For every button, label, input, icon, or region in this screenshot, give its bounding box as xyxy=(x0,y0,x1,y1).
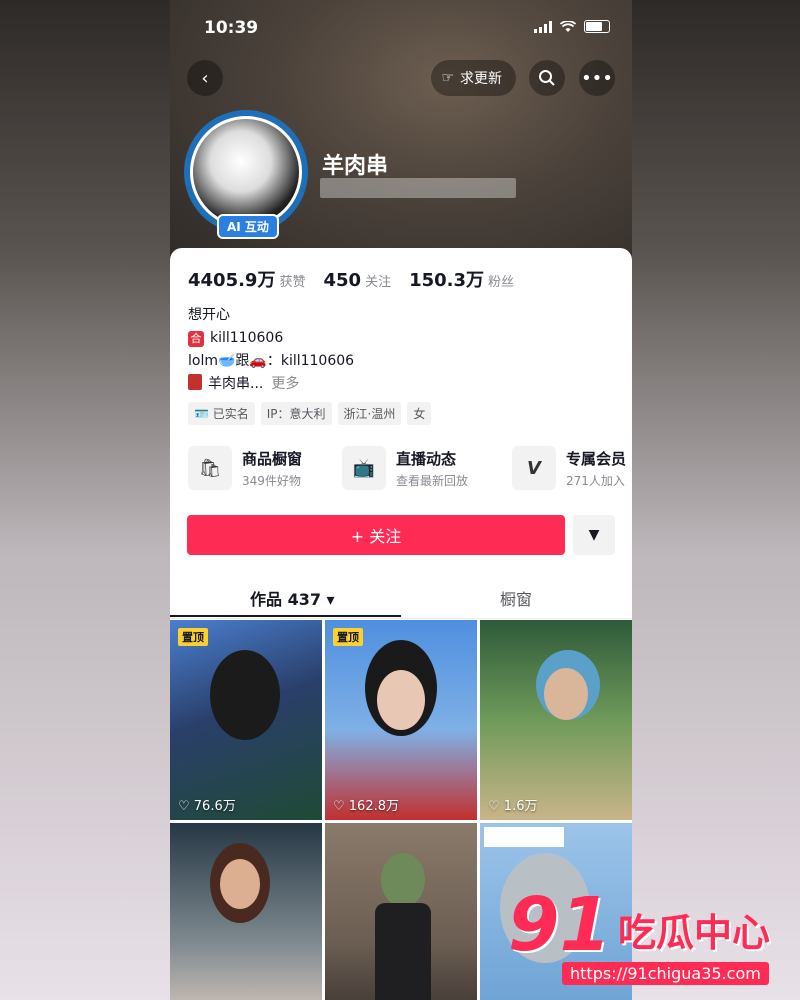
stat-following-label: 关注 xyxy=(365,275,392,290)
service-subtitle: 349件好物 xyxy=(242,473,301,488)
bio-line: 合 kill110606 xyxy=(188,327,354,350)
stat-followers-value: 150.3万 xyxy=(409,270,485,291)
shopping-bag-icon: 🛍 xyxy=(188,446,232,490)
tab-shop-window[interactable]: 橱窗 xyxy=(500,586,532,610)
video-thumbnail[interactable] xyxy=(325,823,477,1000)
video-thumbnail[interactable]: 置顶 ♡ 162.8万 xyxy=(325,620,477,820)
service-subtitle: 271人加入 xyxy=(566,473,625,488)
video-likes: ♡ 76.6万 xyxy=(178,799,236,814)
status-bar: 10:39 xyxy=(170,0,632,56)
thumbnail-face xyxy=(544,668,588,720)
v-icon: V xyxy=(512,446,556,490)
tv-icon: 📺 xyxy=(342,446,386,490)
redacted-id xyxy=(320,178,516,198)
watermark-url: https://91chigua35.com xyxy=(562,962,769,985)
tag-location: 浙江·温州 xyxy=(337,402,402,425)
service-membership[interactable]: V 专属会员 271人加入 xyxy=(512,446,626,490)
thumbnail-figure xyxy=(210,650,280,740)
chevron-left-icon: ‹ xyxy=(201,67,209,89)
pointing-hand-icon: ☞ xyxy=(441,70,454,86)
profile-bio: 想开心 合 kill110606 lolm🥣跟🚗：kill110606 羊肉串..… xyxy=(188,304,354,396)
triangle-down-icon: ▼ xyxy=(588,527,600,543)
background-right xyxy=(632,0,800,1000)
ai-badge[interactable]: AI 互动 xyxy=(217,214,279,239)
pinned-badge: 置顶 xyxy=(333,628,363,646)
thumbnail-caption-box xyxy=(484,827,564,847)
tag-gender: 女 xyxy=(407,402,432,425)
request-update-label: 求更新 xyxy=(460,71,502,87)
search-button[interactable] xyxy=(529,60,565,96)
battery-icon xyxy=(584,20,610,33)
video-likes: ♡ 1.6万 xyxy=(488,799,538,814)
book-icon xyxy=(188,374,202,390)
top-navigation: ‹ ☞ 求更新 ••• xyxy=(170,60,632,100)
thumbnail-face xyxy=(377,670,425,730)
stat-likes-label: 获赞 xyxy=(279,275,306,290)
more-dots-icon: ••• xyxy=(581,67,613,89)
site-watermark: 91 吃瓜中心 https://91chigua35.com xyxy=(508,882,788,992)
service-subtitle: 查看最新回放 xyxy=(396,473,469,488)
status-icons xyxy=(534,20,610,33)
status-time: 10:39 xyxy=(204,18,259,38)
watermark-number: 91 xyxy=(508,882,611,968)
service-title: 直播动态 xyxy=(396,449,457,468)
profile-tags: 🪪 已实名 IP：意大利 浙江·温州 女 xyxy=(188,402,432,425)
video-thumbnail[interactable] xyxy=(170,823,322,1000)
stat-followers-label: 粉丝 xyxy=(488,275,515,290)
avatar xyxy=(190,116,302,228)
search-icon xyxy=(539,70,555,86)
bio-line-text: kill110606 xyxy=(210,330,284,346)
video-likes: ♡ 162.8万 xyxy=(333,799,400,814)
thumbnail-body xyxy=(375,903,431,1000)
back-button[interactable]: ‹ xyxy=(187,60,223,96)
bio-more-link[interactable]: 更多 xyxy=(271,376,299,392)
wifi-icon xyxy=(560,20,576,32)
red-mark-icon: 合 xyxy=(188,331,204,347)
recommend-dropdown-button[interactable]: ▼ xyxy=(573,515,615,555)
profile-name: 羊肉串 xyxy=(322,154,389,179)
stat-following-value: 450 xyxy=(323,270,362,291)
pinned-badge: 置顶 xyxy=(178,628,208,646)
bio-line: lolm🥣跟🚗：kill110606 xyxy=(188,353,355,369)
background-left xyxy=(0,0,170,1000)
service-shop-window[interactable]: 🛍 商品橱窗 349件好物 xyxy=(188,446,302,490)
bio-line: 羊肉串... 更多 xyxy=(188,373,354,396)
request-update-button[interactable]: ☞ 求更新 xyxy=(431,60,516,96)
service-title: 专属会员 xyxy=(566,449,627,468)
service-row: 🛍 商品橱窗 349件好物 📺 直播动态 查看最新回放 V 专属会员 271人加… xyxy=(188,446,632,492)
thumbnail-figure xyxy=(381,853,425,907)
tab-active-indicator xyxy=(170,615,401,617)
video-thumbnail[interactable]: 置顶 ♡ 76.6万 xyxy=(170,620,322,820)
profile-stats: 4405.9万 获赞 450 关注 150.3万 粉丝 xyxy=(188,266,514,292)
signal-icon xyxy=(534,20,552,33)
stat-likes[interactable]: 4405.9万 获赞 xyxy=(188,266,305,292)
tag-ip: IP：意大利 xyxy=(260,402,332,425)
content-tabs: 作品 437 ▾ 橱窗 xyxy=(170,578,632,619)
thumbnail-face xyxy=(220,859,260,909)
bio-line-text: 羊肉串... xyxy=(208,376,264,392)
tag-verified: 🪪 已实名 xyxy=(188,402,255,425)
phone-screen: 10:39 ‹ ☞ 求更新 ••• AI 互动 羊肉串 4405.9万 获赞 4… xyxy=(170,0,632,1000)
watermark-text: 吃瓜中心 xyxy=(618,911,771,955)
stat-following[interactable]: 450 关注 xyxy=(323,270,391,291)
bio-line: 想开心 xyxy=(188,307,230,323)
service-title: 商品橱窗 xyxy=(242,449,303,468)
stat-followers[interactable]: 150.3万 粉丝 xyxy=(409,266,514,292)
tab-works[interactable]: 作品 437 ▾ xyxy=(250,586,335,610)
stat-likes-value: 4405.9万 xyxy=(188,270,276,291)
video-thumbnail[interactable]: ♡ 1.6万 xyxy=(480,620,632,820)
more-button[interactable]: ••• xyxy=(579,60,615,96)
service-live[interactable]: 📺 直播动态 查看最新回放 xyxy=(342,446,468,490)
follow-button[interactable]: + 关注 xyxy=(187,515,565,555)
